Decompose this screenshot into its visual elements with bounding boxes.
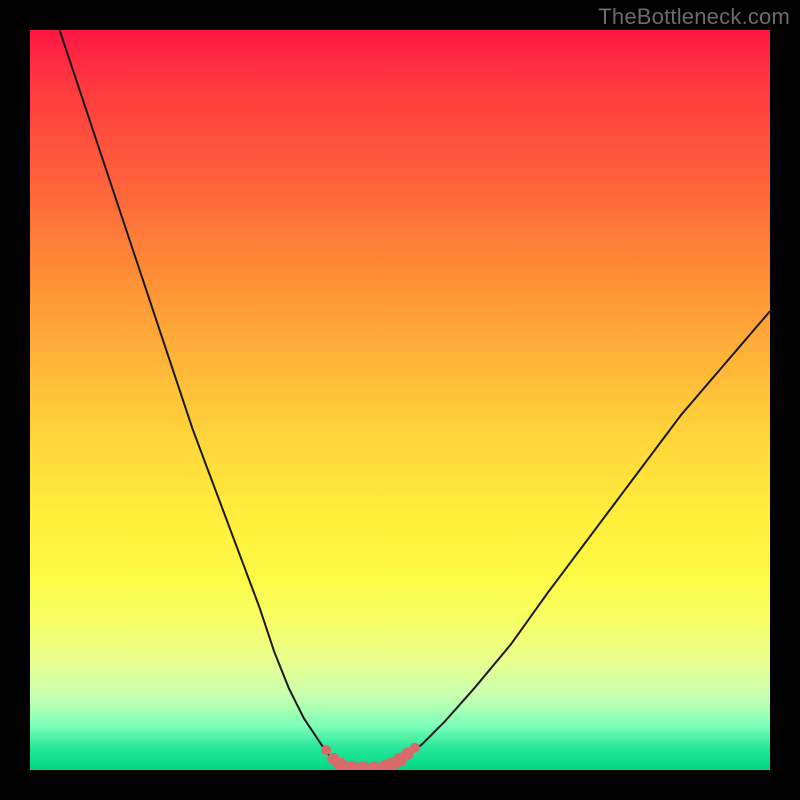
watermark-text: TheBottleneck.com [598, 4, 790, 30]
outer-frame: TheBottleneck.com [0, 0, 800, 800]
marker-layer [321, 743, 420, 770]
chart-plot-area [30, 30, 770, 770]
series-right-curve [393, 311, 770, 766]
chart-svg [30, 30, 770, 770]
valley-marker [321, 745, 331, 755]
series-left-curve [60, 30, 341, 766]
valley-marker [410, 743, 420, 753]
curve-layer [60, 30, 770, 769]
